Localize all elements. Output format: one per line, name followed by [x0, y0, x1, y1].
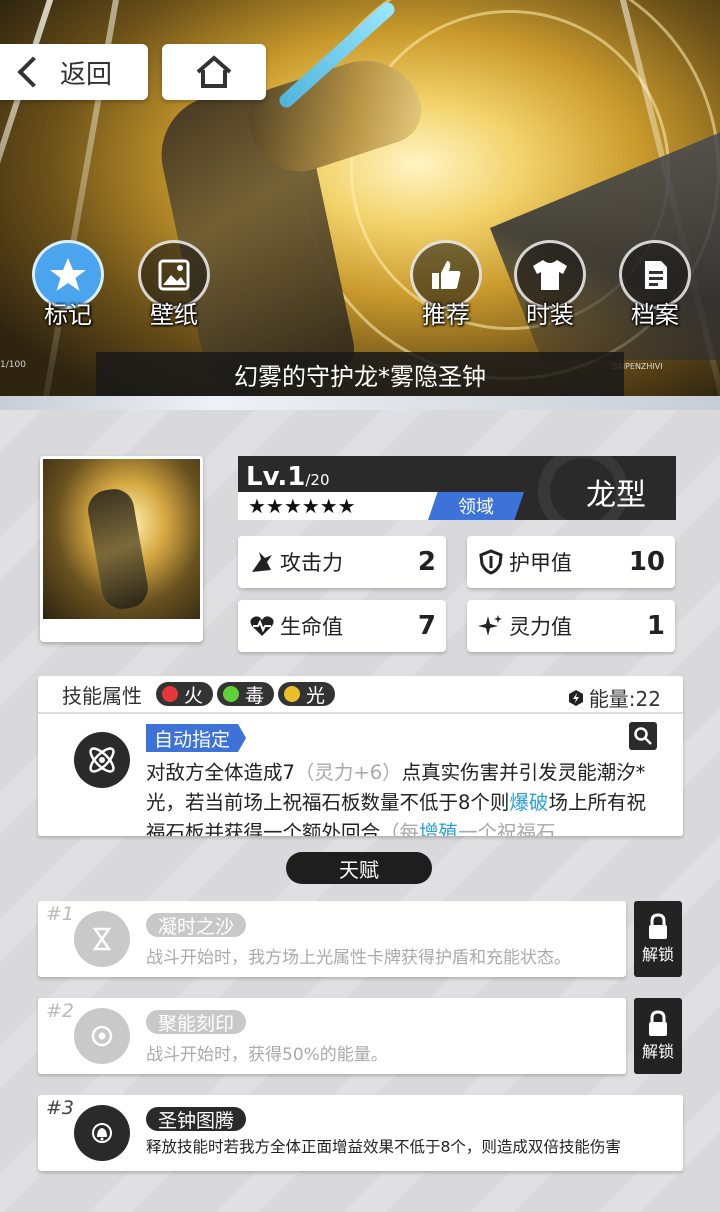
recommend-button[interactable]: 推荐: [406, 240, 486, 330]
talent-number: #2: [46, 1000, 75, 1022]
element-fire: 火: [156, 682, 214, 707]
level-value: Lv.1: [246, 462, 306, 492]
skill-attr-label: 技能属性: [62, 683, 142, 708]
desc-dim: （灵力+6）: [294, 761, 402, 784]
lock-icon: [649, 1010, 667, 1036]
skill-panel: 技能属性 火 毒 光 能量:22 自动指定 对敌方全体造成7（灵力+6）点真实伤…: [38, 676, 683, 836]
fire-icon: [162, 686, 178, 702]
card-portrait[interactable]: [40, 456, 203, 642]
hero-artwork: 返回 标记 壁纸 推荐 时装 档案 1/100 SAIPENZHIVI 幻雾的守…: [0, 0, 720, 410]
recommend-label: 推荐: [422, 301, 470, 329]
sun-icon: [284, 686, 301, 702]
card-name: 幻雾的守护龙*雾隐圣钟: [96, 352, 624, 396]
talent-number: #1: [46, 903, 75, 925]
search-icon: [634, 727, 652, 745]
talent-item-3[interactable]: #3 圣钟图腾 释放技能时若我方全体正面增益效果不低于8个，则造成双倍技能伤害: [38, 1095, 683, 1171]
desc-part: 一个祝福石: [458, 821, 556, 836]
home-button[interactable]: [162, 44, 266, 100]
unlock-label: 解锁: [641, 1042, 674, 1061]
stat-hp-value: 7: [417, 611, 436, 641]
element-light-label: 光: [306, 684, 326, 707]
level-text: Lv.1/20: [246, 462, 330, 492]
stat-attack: 攻击力 2: [238, 536, 446, 588]
deco-badge-right: SAIPENZHIVI: [612, 362, 663, 371]
stat-attack-label: 攻击力: [280, 551, 343, 575]
talent-number: #3: [46, 1097, 75, 1119]
level-panel: Lv.1/20 ★★★★★★ 领域 龙型: [238, 456, 676, 520]
back-button[interactable]: 返回: [0, 44, 148, 100]
energy-icon: [568, 689, 583, 706]
mark-label: 标记: [44, 301, 92, 329]
desc-part: 对敌方全体造成7: [146, 761, 295, 784]
energy-value: 能量:22: [588, 687, 661, 711]
atom-icon[interactable]: [74, 732, 130, 788]
domain-tag: 领域: [428, 492, 524, 520]
poison-icon: [223, 686, 240, 702]
talent-item-1[interactable]: #1 凝时之沙 战斗开始时，我方场上光属性卡牌获得护盾和充能状态。: [38, 901, 626, 977]
card-type: 龙型: [586, 478, 646, 513]
stat-armor-label: 护甲值: [509, 551, 572, 575]
talent-name: 聚能刻印: [146, 1010, 247, 1035]
keyword-proliferate[interactable]: 增殖: [419, 821, 458, 836]
hero-divider: [0, 396, 720, 410]
shield-icon: [477, 548, 505, 576]
talent-name: 圣钟图腾: [146, 1107, 247, 1132]
level-max: /20: [305, 471, 330, 489]
keyword-burst[interactable]: 爆破: [509, 791, 548, 814]
element-poison: 毒: [217, 682, 275, 707]
stat-hp: 生命值 7: [238, 600, 446, 652]
hourglass-icon: [74, 911, 130, 967]
skill-detail-button[interactable]: [629, 722, 657, 750]
element-fire-label: 火: [184, 684, 204, 707]
stat-armor: 护甲值 10: [467, 536, 675, 588]
unlock-button-2[interactable]: 解锁: [634, 998, 682, 1074]
bell-icon: [74, 1105, 130, 1161]
unlock-label: 解锁: [641, 945, 674, 964]
talent-item-2[interactable]: #2 聚能刻印 战斗开始时，获得50%的能量。: [38, 998, 626, 1074]
talent-description: 战斗开始时，我方场上光属性卡牌获得护盾和充能状态。: [146, 948, 571, 968]
desc-dim: （每: [380, 821, 420, 836]
stat-attack-value: 2: [417, 547, 436, 577]
talent-name: 凝时之沙: [146, 913, 247, 938]
element-light: 光: [278, 682, 336, 707]
unlock-button-1[interactable]: 解锁: [634, 901, 682, 977]
stat-spirit-label: 灵力值: [509, 615, 572, 639]
wallpaper-label: 壁纸: [150, 301, 198, 329]
wallpaper-button[interactable]: 壁纸: [134, 240, 214, 330]
outfit-label: 时装: [526, 301, 574, 329]
stat-armor-value: 10: [628, 547, 665, 577]
stat-spirit-value: 1: [646, 611, 665, 641]
stat-hp-label: 生命值: [280, 615, 343, 639]
portrait-image: [43, 459, 200, 619]
lock-icon: [649, 913, 667, 939]
talent-description: 释放技能时若我方全体正面增益效果不低于8个，则造成双倍技能伤害: [146, 1138, 621, 1156]
talent-section-title: 天赋: [286, 852, 432, 884]
heart-pulse-icon: [248, 612, 276, 640]
outfit-button[interactable]: 时装: [510, 240, 590, 330]
deco-badge-left: 1/100: [0, 360, 26, 370]
chevron-left-icon: [17, 56, 49, 88]
energy-display: 能量:22: [567, 683, 661, 712]
home-icon: [196, 55, 232, 88]
archive-button[interactable]: 档案: [615, 240, 695, 330]
seal-icon: [74, 1008, 130, 1064]
stat-spirit: 灵力值 1: [467, 600, 675, 652]
auto-target-tag: 自动指定: [146, 724, 247, 752]
element-poison-label: 毒: [245, 684, 265, 707]
skill-description: 对敌方全体造成7（灵力+6）点真实伤害并引发灵能潮汐*光，若当前场上祝福石板数量…: [146, 758, 651, 836]
claw-icon: [248, 548, 276, 576]
talent-description: 战斗开始时，获得50%的能量。: [146, 1045, 388, 1065]
sparkle-icon: [477, 612, 505, 640]
archive-label: 档案: [631, 301, 679, 329]
mark-button[interactable]: 标记: [28, 240, 108, 330]
stars: ★★★★★★: [248, 494, 356, 518]
back-label: 返回: [60, 59, 113, 90]
